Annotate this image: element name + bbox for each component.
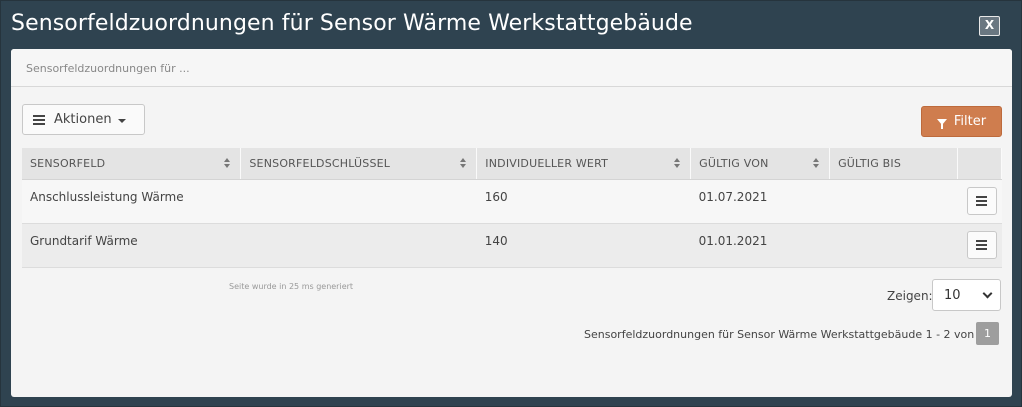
caret-down-icon (117, 118, 126, 123)
menu-icon (33, 114, 45, 125)
cell-gueltig-von: 01.07.2021 (690, 179, 830, 224)
menu-icon (976, 195, 987, 206)
column-header-individueller-wert[interactable]: INDIVIDUELLER WERT (476, 148, 692, 180)
sort-icon (674, 158, 681, 169)
pagination-page-button[interactable]: 1 (976, 322, 999, 345)
filter-label: Filter (953, 114, 987, 129)
page-size-label: Zeigen: (887, 289, 933, 303)
filter-icon (936, 118, 947, 129)
sort-icon (813, 158, 820, 169)
page-size-select[interactable]: 10 (932, 279, 1001, 311)
assignments-table: SENSORFELD SENSORFELDSCHLÜSSEL INDIVIDUE… (22, 148, 1003, 268)
pagination-summary: Sensorfeldzuordnungen für Sensor Wärme W… (584, 328, 985, 341)
cell-row-actions (957, 223, 1002, 268)
cell-individueller-wert: 140 (476, 223, 691, 268)
cell-gueltig-bis (829, 179, 958, 224)
actions-label: Aktionen (54, 112, 112, 127)
column-header-sensorfeldschluessel[interactable]: SENSORFELDSCHLÜSSEL (240, 148, 478, 180)
cell-gueltig-bis (829, 223, 958, 268)
close-button[interactable]: X (979, 16, 1000, 36)
column-header-sensorfeld[interactable]: SENSORFELD (22, 148, 242, 180)
page-size-value: 10 (944, 288, 961, 303)
dialog-body: Sensorfeldzuordnungen für ... Aktionen F… (11, 49, 1012, 397)
table-row[interactable]: Anschlussleistung Wärme 160 01.07.2021 (22, 179, 1002, 224)
cell-sensorfeld: Grundtarif Wärme (22, 223, 241, 268)
row-menu-button[interactable] (966, 230, 997, 259)
sort-icon (460, 158, 467, 169)
column-header-gueltig-von[interactable]: GÜLTIG VON (690, 148, 831, 180)
table-header-row: SENSORFELD SENSORFELDSCHLÜSSEL INDIVIDUE… (22, 148, 1003, 180)
cell-gueltig-von: 01.01.2021 (690, 223, 830, 268)
cell-row-actions (957, 179, 1002, 224)
menu-icon (976, 239, 987, 250)
chevron-down-icon (982, 288, 993, 299)
breadcrumb: Sensorfeldzuordnungen für ... (11, 49, 1012, 87)
generation-time-note: Seite wurde in 25 ms generiert (229, 282, 354, 291)
breadcrumb-text[interactable]: Sensorfeldzuordnungen für ... (26, 62, 190, 75)
column-header-gueltig-bis[interactable]: GÜLTIG BIS (829, 148, 958, 180)
cell-individueller-wert: 160 (476, 179, 691, 224)
cell-sensorfeldschluessel (240, 179, 477, 224)
row-menu-button[interactable] (966, 186, 997, 215)
dialog-title: Sensorfeldzuordnungen für Sensor Wärme W… (11, 11, 693, 36)
actions-dropdown-button[interactable]: Aktionen (22, 104, 145, 135)
cell-sensorfeld: Anschlussleistung Wärme (22, 179, 241, 224)
table-row[interactable]: Grundtarif Wärme 140 01.01.2021 (22, 223, 1002, 268)
sensor-field-assignments-dialog: Sensorfeldzuordnungen für Sensor Wärme W… (0, 0, 1022, 407)
sort-icon (224, 158, 231, 169)
column-header-actions (957, 148, 1003, 180)
cell-sensorfeldschluessel (240, 223, 477, 268)
filter-button[interactable]: Filter (921, 106, 1002, 137)
